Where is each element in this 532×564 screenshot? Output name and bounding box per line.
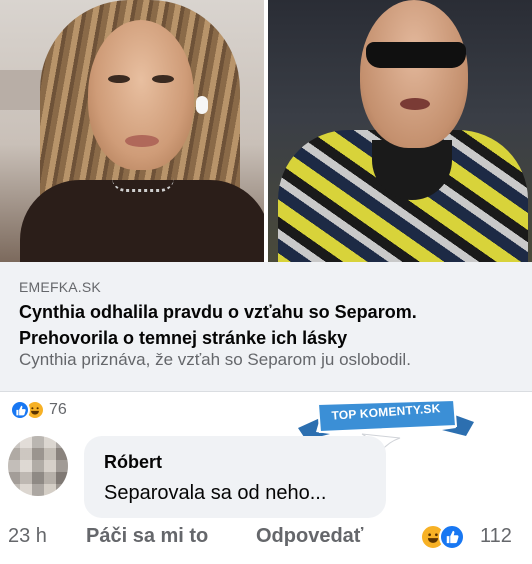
necklace — [112, 178, 174, 192]
face — [88, 20, 194, 170]
mouth — [400, 98, 430, 110]
lips — [125, 135, 159, 147]
reply-button[interactable]: Odpovedať — [256, 525, 363, 548]
comment-text: Separovala sa od neho... — [104, 482, 327, 504]
link-domain: EMEFKA.SK — [19, 279, 101, 295]
comment-author[interactable]: Róbert — [104, 452, 162, 473]
post-reactions[interactable]: 76 — [10, 398, 67, 422]
link-description: Cynthia priznáva, že vzťah so Separom ju… — [19, 350, 411, 369]
earbud — [196, 96, 208, 114]
sunglasses — [366, 42, 466, 68]
comment-actions: 23 h Páči sa mi to Odpovedať 112 — [0, 522, 532, 552]
avatar[interactable] — [8, 436, 68, 496]
comment-bubble: Róbert Separovala sa od neho... — [84, 436, 386, 518]
eye — [152, 75, 174, 83]
reaction-count: 76 — [49, 401, 67, 418]
jacket — [20, 180, 264, 262]
eye — [108, 75, 130, 83]
preview-photo-left — [0, 0, 264, 262]
comment-reactions[interactable] — [420, 524, 465, 550]
preview-image[interactable] — [0, 0, 532, 262]
link-headline[interactable]: Cynthia odhalila pravdu o vzťahu so Sepa… — [19, 299, 519, 351]
like-icon — [10, 400, 30, 420]
like-icon — [439, 524, 465, 550]
link-preview-card[interactable]: EMEFKA.SK Cynthia odhalila pravdu o vzťa… — [0, 0, 532, 392]
head — [360, 0, 468, 148]
comment-timestamp[interactable]: 23 h — [8, 525, 47, 548]
like-button[interactable]: Páči sa mi to — [86, 525, 208, 548]
comment-reaction-count: 112 — [480, 525, 512, 547]
preview-photo-right — [268, 0, 532, 262]
